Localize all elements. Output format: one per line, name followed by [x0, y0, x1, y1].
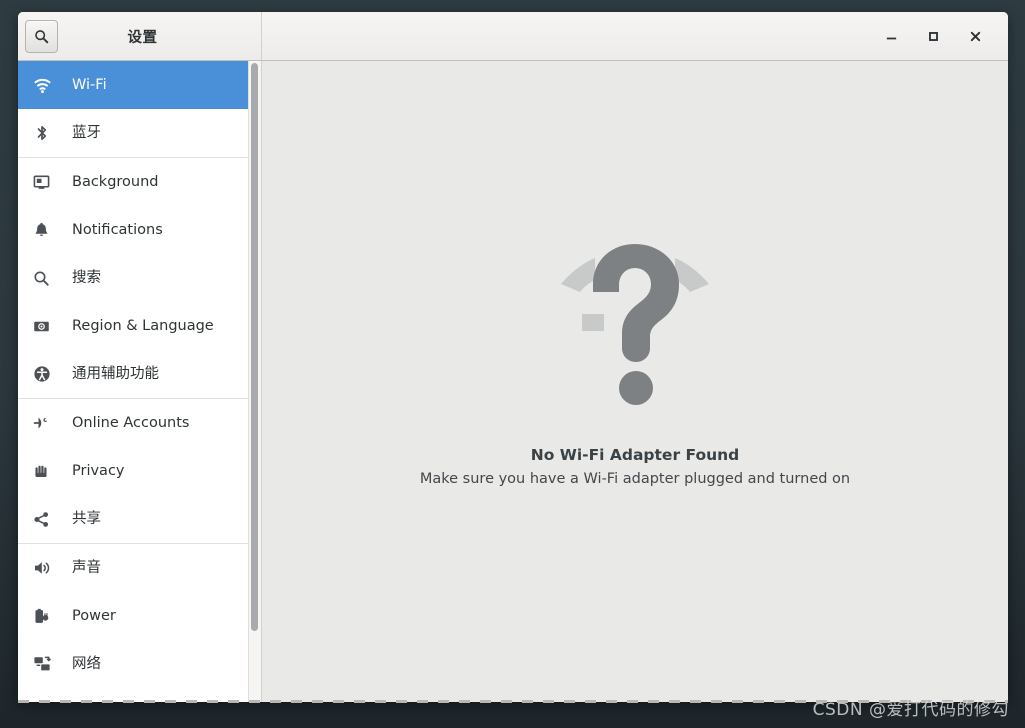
empty-state-subtitle: Make sure you have a Wi-Fi adapter plugg… [419, 471, 851, 487]
sidebar-item-sharing[interactable]: 共享 [18, 495, 261, 543]
sidebar-item-network[interactable]: 网络 [18, 640, 261, 688]
sidebar-item-sound[interactable]: 声音 [18, 544, 261, 592]
wifi-icon [33, 76, 59, 95]
online-accounts-icon [33, 414, 59, 432]
sidebar-item-power[interactable]: Power [18, 592, 261, 640]
search-button[interactable] [25, 19, 58, 53]
sidebar-item-search[interactable]: 搜索 [18, 254, 261, 302]
sharing-icon [33, 511, 59, 528]
close-icon [970, 31, 980, 41]
search-icon [33, 270, 59, 287]
privacy-hand-icon [33, 463, 59, 480]
sidebar-item-label: Background [72, 173, 159, 190]
sidebar-item-label: 蓝牙 [72, 124, 101, 141]
window-bottom-edge [18, 700, 1008, 703]
empty-state-title: No Wi-Fi Adapter Found [530, 446, 740, 464]
sidebar-scrollbar-track[interactable] [248, 61, 261, 702]
sidebar-list: Wi-Fi 蓝牙 Background Notifications 搜索 Reg… [18, 61, 261, 688]
bell-icon [33, 222, 59, 239]
sidebar-item-region-language[interactable]: Region & Language [18, 302, 261, 350]
bluetooth-icon [33, 124, 59, 142]
accessibility-icon [33, 365, 59, 383]
sidebar-item-background[interactable]: Background [18, 158, 261, 206]
question-mark-wifi-icon [549, 236, 721, 412]
minimize-icon [886, 37, 896, 39]
sidebar-scrollbar-thumb[interactable] [251, 63, 258, 631]
empty-state: No Wi-Fi Adapter Found Make sure you hav… [420, 236, 850, 487]
sidebar-item-label: Wi-Fi [72, 76, 107, 93]
maximize-button[interactable] [912, 16, 954, 56]
window-body: Wi-Fi 蓝牙 Background Notifications 搜索 Reg… [18, 61, 1008, 702]
sidebar-item-label: 通用辅助功能 [72, 365, 159, 382]
sidebar-item-label: Notifications [72, 221, 163, 238]
search-icon [35, 29, 49, 43]
maximize-icon [928, 31, 938, 41]
sidebar-item-label: 声音 [72, 559, 101, 576]
sidebar-item-label: Region & Language [72, 317, 214, 334]
titlebar: 设置 [18, 12, 1008, 61]
sidebar-item-label: Privacy [72, 462, 125, 479]
window-title: 设置 [127, 29, 158, 46]
sidebar-item-wifi[interactable]: Wi-Fi [18, 61, 261, 109]
minimize-button[interactable] [870, 16, 912, 56]
sidebar-item-accessibility[interactable]: 通用辅助功能 [18, 350, 261, 398]
content-panel: No Wi-Fi Adapter Found Make sure you hav… [262, 61, 1008, 702]
sidebar-item-label: 共享 [72, 510, 101, 527]
sidebar-item-bluetooth[interactable]: 蓝牙 [18, 109, 261, 157]
background-icon [33, 174, 59, 191]
network-icon [33, 655, 59, 673]
sidebar-item-label: 搜索 [72, 269, 101, 286]
close-button[interactable] [954, 16, 996, 56]
power-battery-icon [33, 608, 59, 625]
settings-window: 设置 Wi-Fi 蓝牙 Background Notifications 搜索 … [18, 12, 1008, 702]
sidebar-item-privacy[interactable]: Privacy [18, 447, 261, 495]
sidebar-item-notifications[interactable]: Notifications [18, 206, 261, 254]
sidebar-item-label: Online Accounts [72, 414, 190, 431]
sidebar-item-label: 网络 [72, 655, 101, 672]
sidebar-item-online-accounts[interactable]: Online Accounts [18, 399, 261, 447]
sidebar: Wi-Fi 蓝牙 Background Notifications 搜索 Reg… [18, 61, 262, 702]
window-controls [262, 12, 1008, 60]
sound-speaker-icon [33, 559, 59, 577]
region-language-icon [33, 318, 59, 335]
titlebar-left-section: 设置 [18, 12, 262, 60]
sidebar-item-label: Power [72, 607, 116, 624]
